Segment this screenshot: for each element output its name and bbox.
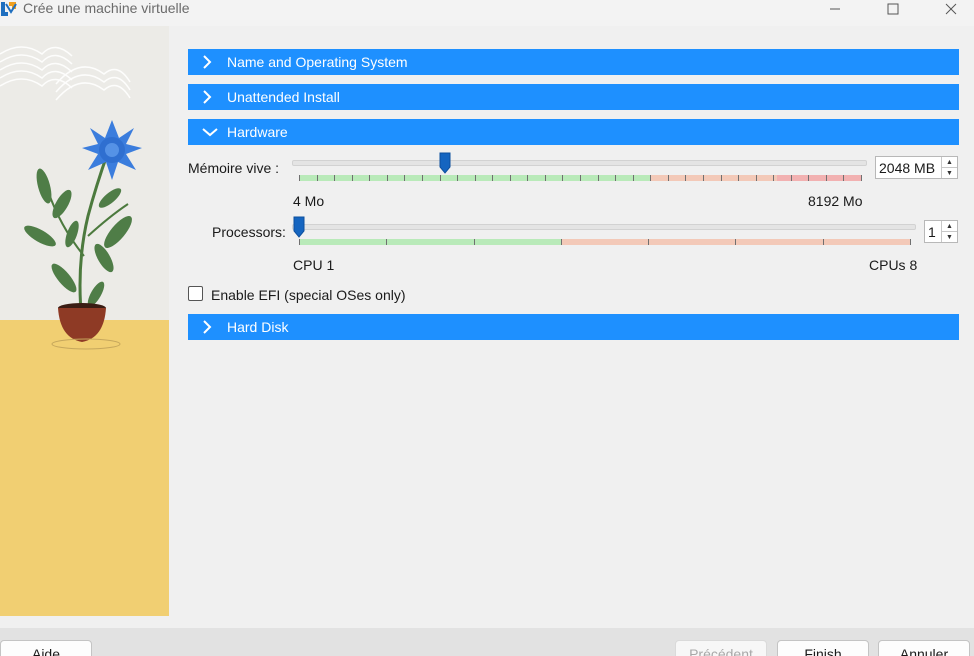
processors-value: 1 (928, 223, 936, 240)
slider-tick (735, 239, 737, 245)
chevron-down-icon (202, 127, 224, 137)
slider-tick (861, 175, 862, 181)
memory-slider-handle[interactable] (439, 152, 451, 174)
spin-down-icon[interactable]: ▼ (942, 168, 957, 178)
memory-label: Mémoire vive : (188, 160, 280, 176)
section-name-and-os[interactable]: Name and Operating System (188, 49, 959, 75)
slider-tick (369, 175, 371, 181)
slider-tick (650, 175, 652, 181)
slider-tick (457, 175, 459, 181)
memory-value: 2048 MB (879, 159, 936, 176)
slider-tick (439, 175, 441, 181)
minimize-button[interactable] (812, 0, 858, 18)
virtualbox-logo-icon (1, 2, 17, 16)
slider-tick (790, 175, 792, 181)
help-button[interactable]: Aide (0, 640, 92, 656)
chevron-right-icon (202, 90, 224, 104)
slider-tick (702, 175, 704, 181)
enable-efi-label: Enable EFI (special OSes only) (211, 287, 406, 303)
slider-tick (527, 175, 529, 181)
window-title: Crée une machine virtuelle (23, 0, 190, 16)
chevron-right-icon (202, 55, 224, 69)
slider-tick (773, 175, 775, 181)
slider-range-band (299, 239, 562, 245)
slider-range-band (776, 175, 861, 181)
slider-tick (597, 175, 599, 181)
slider-tick (822, 239, 824, 245)
slider-tick (615, 175, 617, 181)
slider-tick (404, 175, 406, 181)
slider-tick (580, 175, 581, 181)
spin-up-icon[interactable]: ▲ (942, 157, 957, 168)
memory-min-label: 4 Mo (293, 193, 325, 209)
processors-slider-handle[interactable] (293, 216, 305, 238)
processors-min-label: CPU 1 (293, 257, 335, 273)
processors-max-label: CPUs 8 (869, 257, 918, 273)
cancel-button[interactable]: Annuler (878, 640, 970, 656)
slider-tick (299, 239, 300, 245)
flower-pot-illustration (0, 26, 169, 616)
slider-tick (299, 175, 300, 181)
back-button[interactable]: Précédent (675, 640, 767, 656)
slider-tick (334, 175, 336, 181)
section-label: Unattended Install (227, 89, 340, 105)
finish-button[interactable]: Finish (777, 640, 869, 656)
section-hard-disk[interactable]: Hard Disk (188, 314, 959, 340)
slider-tick (560, 239, 562, 245)
close-button[interactable] (928, 0, 974, 18)
slider-tick (386, 239, 388, 245)
section-label: Name and Operating System (227, 54, 408, 70)
slider-tick (755, 175, 757, 181)
close-icon (945, 3, 957, 15)
slider-range-band (650, 175, 777, 181)
section-unattended-install[interactable]: Unattended Install (188, 84, 959, 110)
memory-max-label: 8192 Mo (808, 193, 863, 209)
slider-tick (544, 175, 546, 181)
slider-tick (910, 239, 911, 245)
memory-spinbox[interactable]: 2048 MB ▲ ▼ (875, 156, 958, 179)
slider-tick (474, 175, 476, 181)
slider-tick (648, 239, 650, 245)
slider-tick (473, 239, 475, 245)
slider-tick (738, 175, 740, 181)
enable-efi-checkbox[interactable] (188, 286, 203, 301)
wizard-illustration (0, 26, 169, 616)
maximize-button[interactable] (870, 0, 916, 18)
slider-tick (562, 175, 564, 181)
section-label: Hard Disk (227, 319, 289, 335)
title-bar: Crée une machine virtuelle (0, 0, 974, 26)
slider-tick (509, 175, 511, 181)
slider-tick (351, 175, 353, 181)
slider-tick (825, 175, 827, 181)
slider-tick (386, 175, 388, 181)
spin-down-icon[interactable]: ▼ (942, 232, 957, 242)
section-hardware[interactable]: Hardware (188, 119, 959, 145)
processors-slider-track[interactable] (292, 224, 916, 230)
chevron-right-icon (202, 320, 224, 334)
slider-tick (720, 175, 722, 181)
section-label: Hardware (227, 124, 288, 140)
slider-tick (492, 175, 494, 181)
slider-tick (685, 175, 687, 181)
slider-tick (667, 175, 669, 181)
spin-up-icon[interactable]: ▲ (942, 221, 957, 232)
maximize-icon (887, 3, 899, 15)
slider-tick (843, 175, 845, 181)
slider-tick (632, 175, 634, 181)
slider-tick (808, 175, 810, 181)
minimize-icon (830, 8, 840, 10)
processors-label: Processors: (212, 224, 286, 240)
memory-slider-track[interactable] (292, 160, 867, 166)
slider-tick (316, 175, 318, 181)
slider-tick (421, 175, 423, 181)
processors-spinbox[interactable]: 1 ▲ ▼ (924, 220, 958, 243)
